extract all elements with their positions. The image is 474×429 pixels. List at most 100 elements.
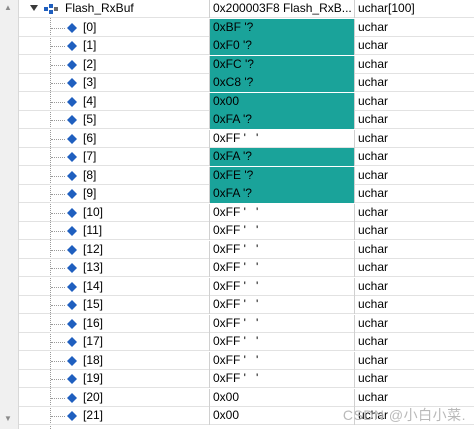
element-index: [18] xyxy=(83,352,104,367)
variable-value[interactable]: 0x200003F8 Flash_RxB... xyxy=(210,0,355,18)
table-row[interactable]: [3] 0xC8 '? uchar xyxy=(19,74,474,92)
variable-name: Flash_RxBuf xyxy=(65,1,134,15)
element-value[interactable]: 0x00 xyxy=(210,407,355,425)
element-value[interactable]: 0xBF '? xyxy=(210,18,355,37)
expand-toggle-icon[interactable] xyxy=(30,5,38,11)
element-icon xyxy=(67,263,77,273)
element-type: uchar xyxy=(358,56,389,71)
element-value[interactable]: 0xFF ' ' xyxy=(210,129,355,148)
table-row[interactable]: [10] 0xFF ' ' uchar xyxy=(19,203,474,222)
tree-branch-line xyxy=(51,138,65,140)
table-row[interactable]: [1] 0xF0 '? uchar xyxy=(19,37,474,55)
table-row[interactable]: [5] 0xFA '? uchar xyxy=(19,111,474,129)
table-row[interactable]: [17] 0xFF ' ' uchar xyxy=(19,333,474,351)
element-icon xyxy=(67,318,77,329)
element-value[interactable]: 0xFC '? xyxy=(210,55,355,74)
name-cell: [3] xyxy=(19,74,210,92)
table-row[interactable]: [16] 0xFF ' ' uchar xyxy=(19,314,474,333)
element-type: uchar xyxy=(358,75,389,89)
name-cell: [8] xyxy=(19,166,210,185)
element-value[interactable]: 0xFF ' ' xyxy=(210,203,355,222)
name-cell: [7] xyxy=(19,148,210,166)
tree-branch-line xyxy=(51,286,65,288)
scroll-down-arrow-icon[interactable]: ▼ xyxy=(3,414,13,424)
table-row[interactable]: [8] 0xFE '? uchar xyxy=(19,166,474,185)
element-index: [2] xyxy=(83,56,97,71)
table-row[interactable]: [0] 0xBF '? uchar xyxy=(19,18,474,37)
table-row[interactable]: [9] 0xFA '? uchar xyxy=(19,185,474,203)
element-value[interactable]: 0xFF ' ' xyxy=(210,351,355,370)
tree-branch-line xyxy=(51,231,65,232)
tree-branch-line xyxy=(51,64,65,66)
table-row[interactable]: [12] 0xFF ' ' uchar xyxy=(19,240,474,259)
element-icon xyxy=(67,152,77,162)
tree-branch-line xyxy=(51,268,65,269)
name-cell: [15] xyxy=(19,296,210,314)
tree-branch-line xyxy=(51,175,65,177)
element-value[interactable]: 0xFA '? xyxy=(210,148,355,166)
table-row[interactable]: [2] 0xFC '? uchar xyxy=(19,55,474,74)
element-value[interactable]: 0x00 xyxy=(210,92,355,111)
element-icon xyxy=(67,22,77,33)
table-row[interactable]: [11] 0xFF ' ' uchar xyxy=(19,222,474,240)
element-index: [10] xyxy=(83,204,104,219)
element-value[interactable]: 0xFF ' ' xyxy=(210,333,355,351)
element-type: uchar xyxy=(358,241,389,256)
name-cell: [5] xyxy=(19,111,210,129)
element-index: [16] xyxy=(83,315,104,330)
element-value[interactable]: 0xFF ' ' xyxy=(210,240,355,259)
name-cell: [16] xyxy=(19,314,210,333)
element-icon xyxy=(67,207,77,218)
scrollbar-gutter[interactable]: ▲ ▼ xyxy=(0,0,19,429)
element-index: [7] xyxy=(83,149,97,163)
element-icon xyxy=(67,96,77,107)
tree-branch-line xyxy=(51,83,65,84)
name-cell: [10] xyxy=(19,203,210,222)
element-type: uchar xyxy=(358,204,389,219)
table-row[interactable]: [4] 0x00 uchar xyxy=(19,92,474,111)
tree-branch-line xyxy=(51,323,65,325)
element-value[interactable]: 0xFF ' ' xyxy=(210,314,355,333)
table-row[interactable]: [7] 0xFA '? uchar xyxy=(19,148,474,166)
element-index: [1] xyxy=(83,38,97,52)
element-type: uchar xyxy=(358,112,389,126)
element-value[interactable]: 0xFF ' ' xyxy=(210,296,355,314)
element-type: uchar xyxy=(358,130,389,145)
variable-type: uchar[100] xyxy=(358,1,415,15)
element-icon xyxy=(67,59,77,70)
name-cell: [12] xyxy=(19,240,210,259)
element-value[interactable]: 0xFF ' ' xyxy=(210,277,355,296)
element-value[interactable]: 0xFF ' ' xyxy=(210,222,355,240)
element-icon xyxy=(67,189,77,199)
table-row[interactable]: [6] 0xFF ' ' uchar xyxy=(19,129,474,148)
table-row[interactable]: [14] 0xFF ' ' uchar xyxy=(19,277,474,296)
table-row-root[interactable]: Flash_RxBuf 0x200003F8 Flash_RxB... ucha… xyxy=(19,0,474,18)
element-index: [0] xyxy=(83,19,97,34)
element-index: [8] xyxy=(83,167,97,182)
scroll-up-arrow-icon[interactable]: ▲ xyxy=(3,3,13,13)
table-row[interactable]: [20] 0x00 uchar xyxy=(19,388,474,407)
table-row[interactable]: [15] 0xFF ' ' uchar xyxy=(19,296,474,314)
element-value[interactable]: 0xF0 '? xyxy=(210,37,355,55)
element-type: uchar xyxy=(358,315,389,330)
tree-branch-line xyxy=(51,120,65,121)
element-type: uchar xyxy=(358,186,389,200)
element-icon xyxy=(67,133,77,144)
element-icon xyxy=(67,115,77,125)
element-value[interactable]: 0xFA '? xyxy=(210,185,355,203)
array-variable-icon xyxy=(44,4,58,14)
element-icon xyxy=(67,41,77,51)
table-row[interactable]: [19] 0xFF ' ' uchar xyxy=(19,370,474,388)
element-icon xyxy=(67,226,77,236)
element-value[interactable]: 0xC8 '? xyxy=(210,74,355,92)
tree-branch-line xyxy=(51,342,65,343)
element-index: [19] xyxy=(83,371,104,385)
element-value[interactable]: 0xFF ' ' xyxy=(210,370,355,388)
element-value[interactable]: 0x00 xyxy=(210,388,355,407)
element-value[interactable]: 0xFF ' ' xyxy=(210,259,355,277)
table-row[interactable]: [13] 0xFF ' ' uchar xyxy=(19,259,474,277)
table-row[interactable]: [18] 0xFF ' ' uchar xyxy=(19,351,474,370)
element-value[interactable]: 0xFE '? xyxy=(210,166,355,185)
element-value[interactable]: 0xFA '? xyxy=(210,111,355,129)
element-type: uchar xyxy=(358,297,389,311)
